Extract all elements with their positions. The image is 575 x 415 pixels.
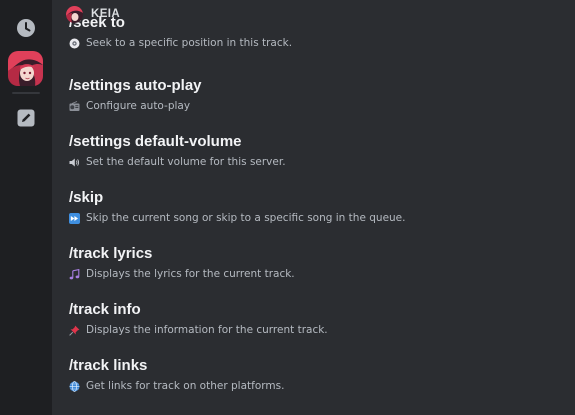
command-description-row: Displays the information for the current… [69,324,549,337]
command-description: Get links for track on other platforms. [86,380,285,392]
command-item-skip[interactable]: /skip Skip the current song or skip to a… [69,189,549,225]
edit-button[interactable] [11,103,41,133]
fast-forward-icon [69,213,80,224]
app-section-header: KEIA [66,5,120,23]
command-description: Configure auto-play [86,100,191,112]
command-name: /settings auto-play [69,77,202,94]
command-list: KEIA /seek to Seek to a specific positio… [52,0,575,415]
command-name: /skip [69,189,104,206]
command-description-row: Displays the lyrics for the current trac… [69,268,549,281]
command-description-row: Get links for track on other platforms. [69,380,549,393]
app-window: KEIA /seek to Seek to a specific positio… [0,0,575,415]
command-name: /track info [69,301,141,318]
music-notes-icon [69,269,80,280]
command-description-row: Seek to a specific position in this trac… [69,37,549,50]
command-item-track-info[interactable]: /track info Displays the information for… [69,301,549,337]
app-avatar[interactable] [8,51,43,86]
bot-avatar [66,5,83,23]
command-name: /track links [69,357,148,374]
command-category-sidebar [0,0,52,415]
command-description: Seek to a specific position in this trac… [86,37,293,49]
command-description-row: Configure auto-play [69,100,549,113]
app-name: KEIA [91,8,121,20]
command-name: /settings default-volume [69,133,242,150]
command-item-track-lyrics[interactable]: /track lyrics Displays the lyrics for th… [69,245,549,281]
command-description: Set the default volume for this server. [86,156,286,168]
pushpin-icon [69,325,80,336]
pencil-icon [16,108,36,128]
command-description: Displays the information for the current… [86,324,328,336]
command-item-track-links[interactable]: /track links Get links for track on othe… [69,357,549,393]
command-description-row: Set the default volume for this server. [69,156,549,169]
command-item-seek-to[interactable]: /seek to Seek to a specific position in … [69,14,549,50]
command-description-row: Skip the current song or skip to a speci… [69,212,549,225]
command-description: Displays the lyrics for the current trac… [86,268,295,280]
command-item-settings-auto-play[interactable]: /settings auto-play Configure auto-play [69,77,549,113]
command-name: /track lyrics [69,245,153,262]
sidebar-divider [12,92,40,94]
speaker-icon [69,157,80,168]
recent-commands-button[interactable] [11,13,41,43]
clock-icon [16,18,36,38]
command-description: Skip the current song or skip to a speci… [86,212,406,224]
command-name: /seek to [69,14,125,31]
cd-icon [69,38,80,49]
command-item-settings-default-volume[interactable]: /settings default-volume Set the default… [69,133,549,169]
radio-icon [69,101,80,112]
globe-icon [69,381,80,392]
